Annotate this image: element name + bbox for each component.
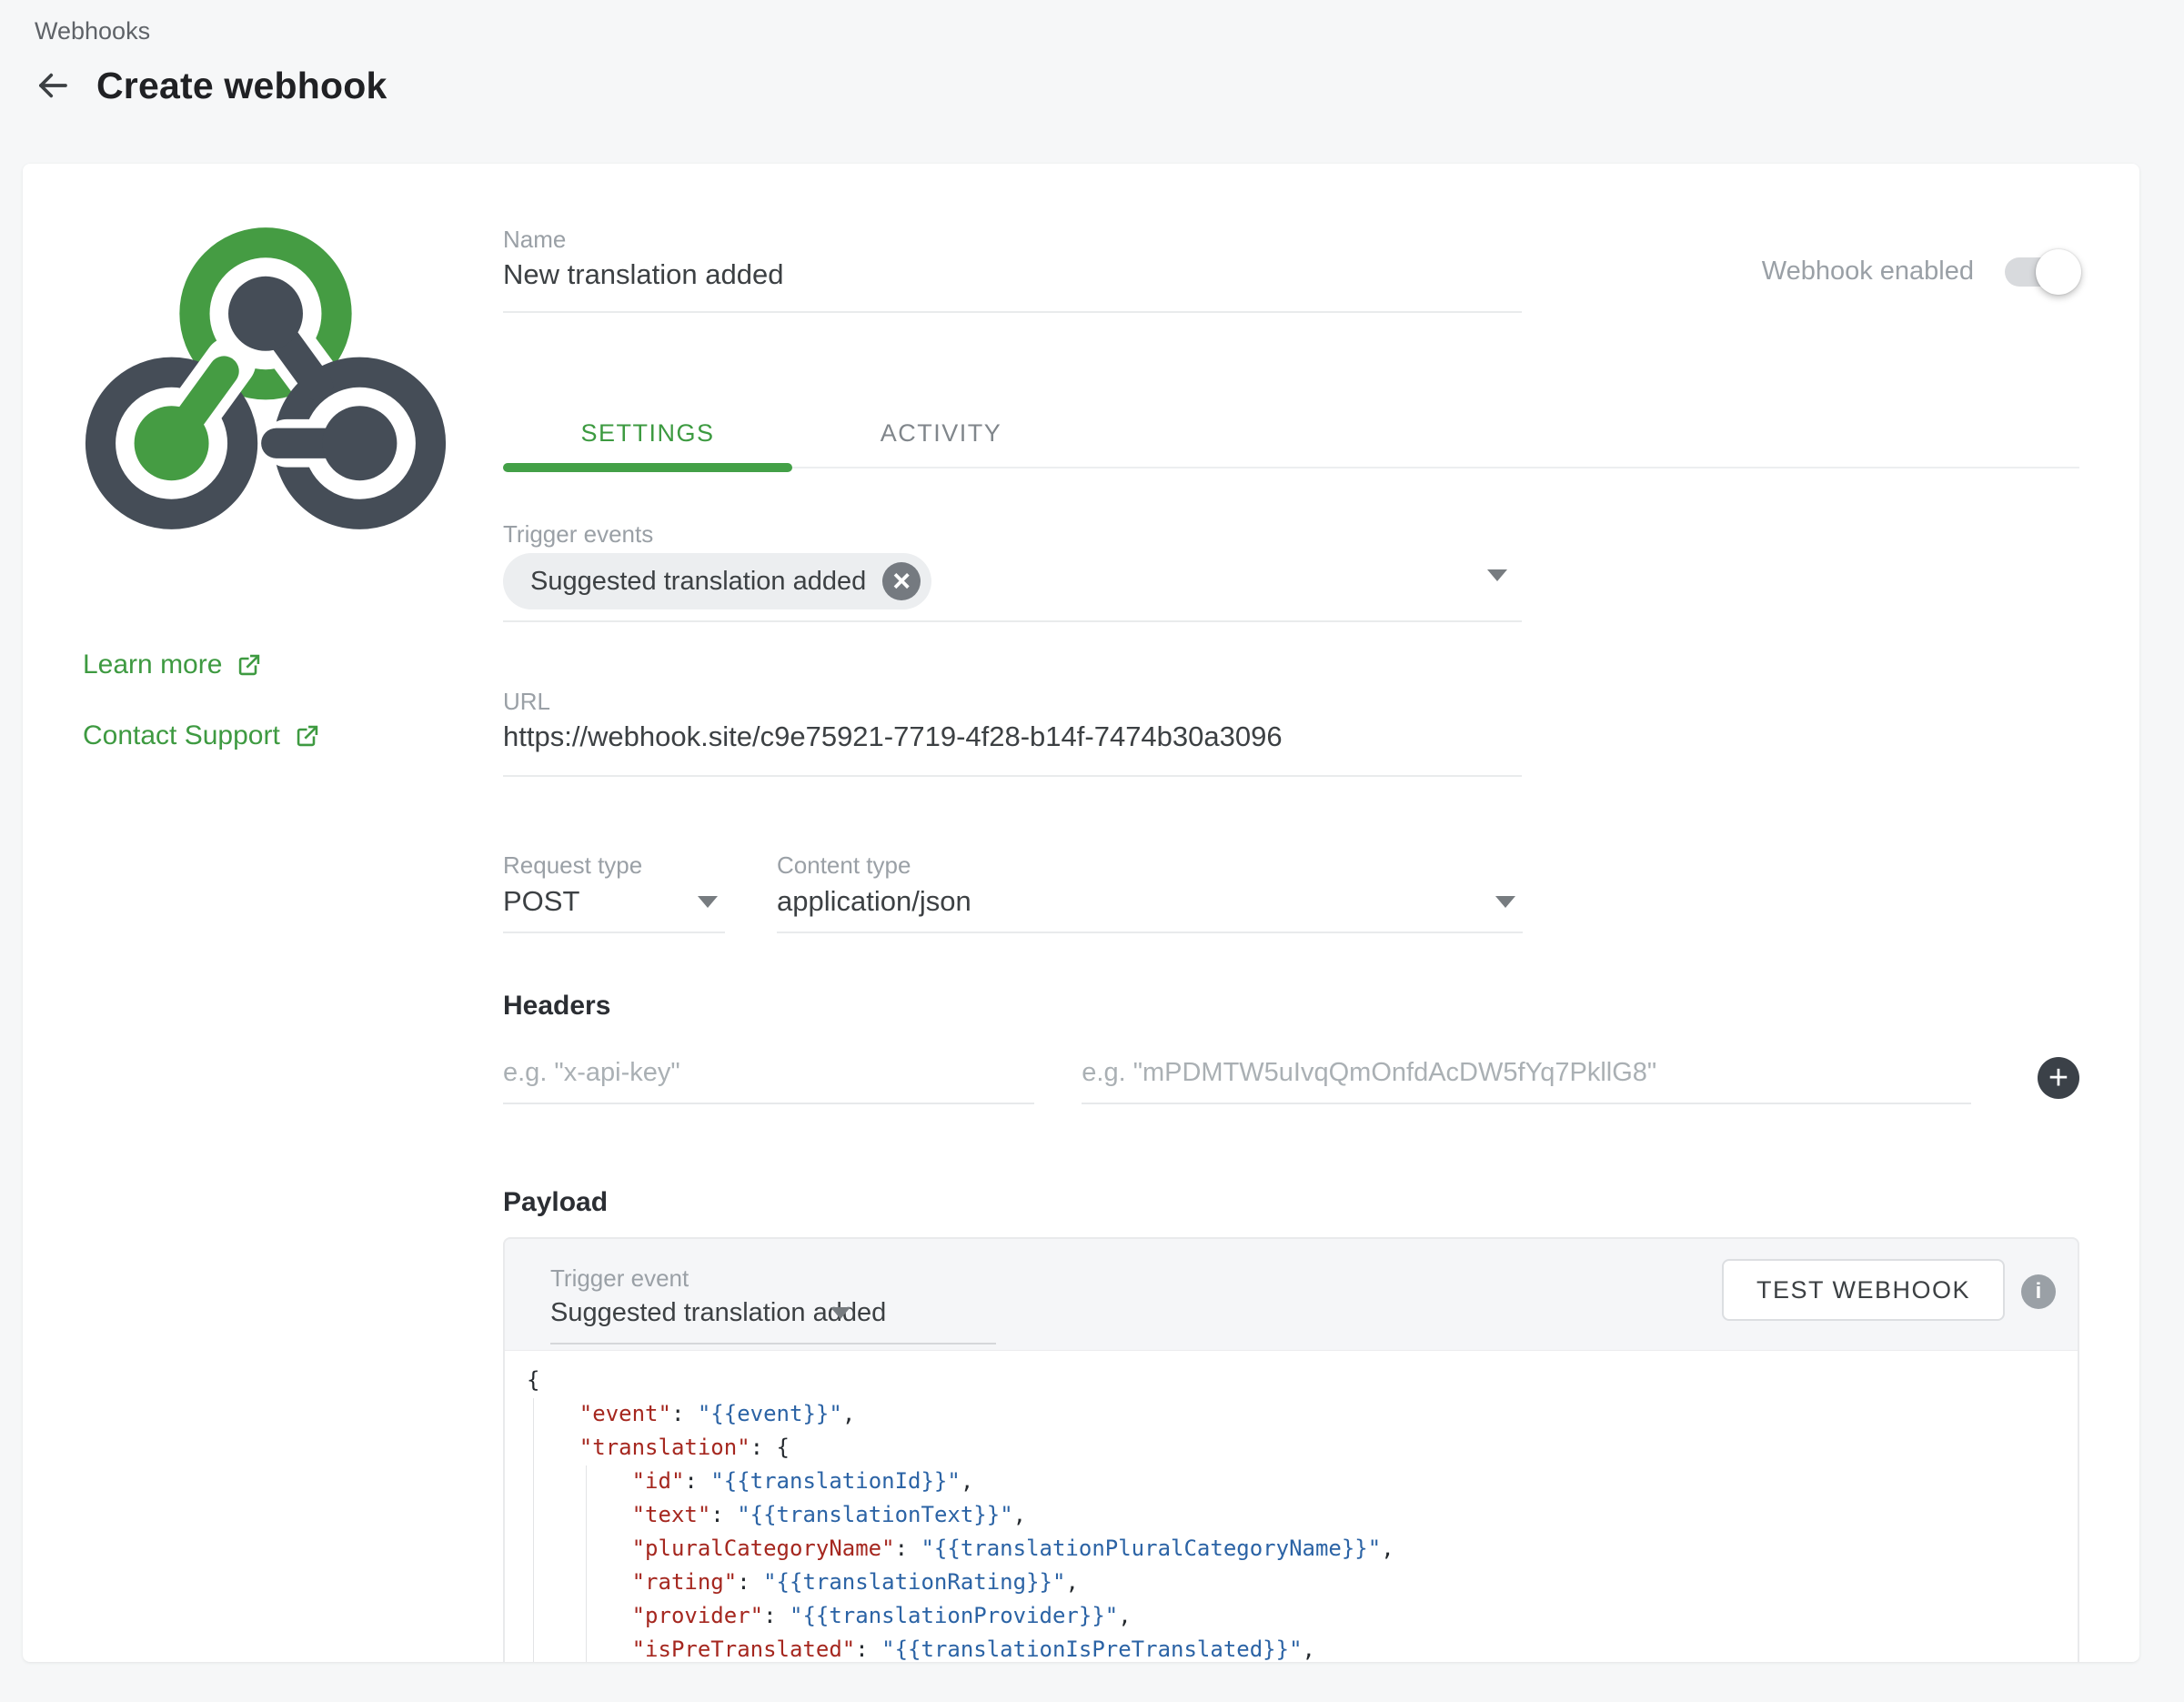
plus-icon: + — [2048, 1057, 2068, 1099]
active-tab-indicator — [503, 463, 792, 472]
external-link-icon — [237, 652, 262, 678]
chip-remove-icon[interactable]: × — [882, 562, 921, 600]
tab-settings[interactable]: SETTINGS — [503, 403, 792, 463]
code-line: "pluralCategoryName": "{{translationPlur… — [527, 1532, 2078, 1566]
code-line: "text": "{{translationText}}", — [527, 1498, 2078, 1532]
code-line: "translation": { — [527, 1431, 2078, 1465]
url-label: URL — [503, 686, 1522, 717]
content-type-select[interactable]: Content type application/json — [777, 850, 1523, 933]
payload-heading: Payload — [503, 1186, 2079, 1219]
tab-activity[interactable]: ACTIVITY — [796, 403, 1085, 463]
contact-support-link[interactable]: Contact Support — [83, 720, 448, 751]
webhook-card: Learn more Contact Support Name New tran… — [23, 164, 2139, 1662]
type-row: Request type POST Content type applicati… — [503, 850, 2079, 933]
card-left-column: Learn more Contact Support — [83, 224, 448, 1662]
indent-guide — [586, 1465, 587, 1662]
payload-panel-header: Trigger event Suggested translation adde… — [505, 1239, 2078, 1350]
info-icon[interactable]: i — [2021, 1274, 2056, 1309]
payload-code-editor[interactable]: { "event": "{{event}}", "translation": {… — [505, 1350, 2078, 1662]
content-type-label: Content type — [777, 850, 1523, 881]
url-field[interactable]: URL https://webhook.site/c9e75921-7719-4… — [503, 686, 1522, 777]
tabs-bar: SETTINGS ACTIVITY — [503, 403, 2079, 468]
url-value[interactable]: https://webhook.site/c9e75921-7719-4f28-… — [503, 717, 1522, 757]
toggle-thumb — [2036, 249, 2081, 295]
code-line: "provider": "{{translationProvider}}", — [527, 1599, 2078, 1633]
chevron-down-icon[interactable] — [698, 896, 718, 908]
code-line: "rating": "{{translationRating}}", — [527, 1566, 2078, 1599]
chevron-down-icon[interactable] — [830, 1307, 850, 1319]
add-header-button[interactable]: + — [2038, 1057, 2079, 1099]
payload-trigger-event-label: Trigger event — [550, 1263, 996, 1294]
request-type-select[interactable]: Request type POST — [503, 850, 725, 933]
name-value[interactable]: New translation added — [503, 255, 1522, 295]
webhook-logo — [83, 224, 448, 533]
name-field[interactable]: Name New translation added — [503, 224, 1522, 313]
code-line: { — [527, 1364, 2078, 1397]
payload-trigger-event-value: Suggested translation added — [550, 1294, 996, 1332]
trigger-event-chip[interactable]: Suggested translation added × — [503, 553, 931, 609]
contact-support-label: Contact Support — [83, 720, 280, 751]
trigger-events-chips: Suggested translation added × — [503, 553, 1522, 609]
page-title: Create webhook — [96, 65, 387, 107]
external-link-icon — [295, 723, 320, 749]
create-webhook-page: Webhooks Create webhook — [0, 0, 2184, 1702]
headers-row: + — [503, 1057, 2079, 1104]
webhook-enabled-row: Webhook enabled — [1762, 257, 2076, 287]
header-key-input[interactable] — [503, 1058, 1034, 1104]
breadcrumb[interactable]: Webhooks — [0, 0, 2184, 49]
header-value-input[interactable] — [1082, 1058, 1971, 1104]
indent-guide — [533, 1398, 534, 1662]
payload-trigger-event-select[interactable]: Trigger event Suggested translation adde… — [550, 1263, 996, 1344]
test-webhook-button[interactable]: TEST WEBHOOK — [1722, 1259, 2005, 1321]
trigger-events-label: Trigger events — [503, 519, 1522, 549]
back-button[interactable] — [33, 65, 73, 106]
title-row: Create webhook — [33, 60, 2184, 111]
payload-panel: Trigger event Suggested translation adde… — [503, 1237, 2079, 1662]
request-type-value: POST — [503, 881, 725, 922]
code-line: "isPreTranslated": "{{translationIsPreTr… — [527, 1633, 2078, 1662]
back-arrow-icon — [34, 66, 72, 105]
name-label: Name — [503, 224, 1522, 255]
webhook-enabled-label: Webhook enabled — [1762, 257, 1974, 287]
trigger-events-field[interactable]: Trigger events Suggested translation add… — [503, 519, 1522, 622]
code-line: "event": "{{event}}", — [527, 1397, 2078, 1431]
code-line: "id": "{{translationId}}", — [527, 1465, 2078, 1498]
headers-heading: Headers — [503, 990, 2079, 1022]
webhook-enabled-toggle[interactable] — [2005, 257, 2076, 287]
content-type-value: application/json — [777, 881, 1523, 922]
request-type-label: Request type — [503, 850, 725, 881]
chevron-down-icon[interactable] — [1495, 896, 1515, 908]
chip-label: Suggested translation added — [530, 567, 866, 597]
card-form-column: Name New translation added Webhook enabl… — [503, 224, 2079, 1662]
learn-more-label: Learn more — [83, 650, 222, 680]
chevron-down-icon[interactable] — [1487, 569, 1507, 581]
learn-more-link[interactable]: Learn more — [83, 650, 448, 680]
